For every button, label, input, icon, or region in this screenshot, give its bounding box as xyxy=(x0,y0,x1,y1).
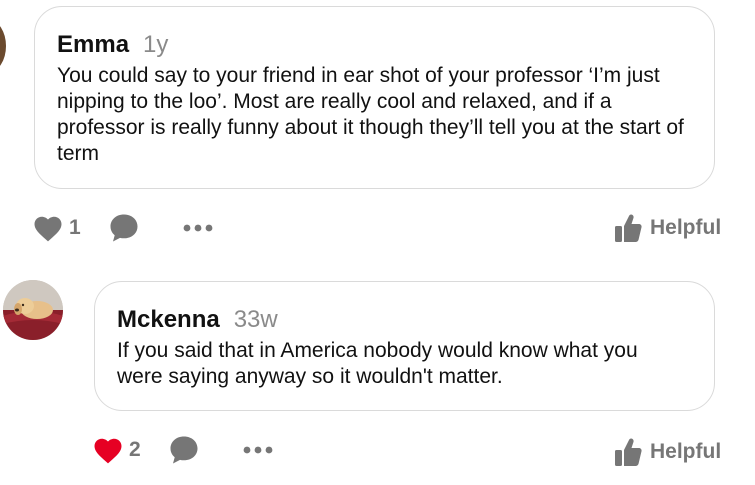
speech-bubble-icon[interactable] xyxy=(169,435,199,465)
heart-icon xyxy=(93,437,123,464)
speech-bubble-icon[interactable] xyxy=(109,213,139,243)
comment-actions: 2 xyxy=(93,430,273,470)
like-count: 1 xyxy=(69,216,81,239)
helpful-label: Helpful xyxy=(650,216,722,239)
avatar[interactable] xyxy=(3,280,63,340)
like-count: 2 xyxy=(129,438,141,461)
helpful-button[interactable]: Helpful xyxy=(614,432,721,472)
comment-header: Mckenna 33w xyxy=(117,306,688,336)
ellipsis-icon[interactable] xyxy=(183,223,213,233)
comment-author[interactable]: Mckenna xyxy=(117,306,220,334)
comment-author[interactable]: Emma xyxy=(57,31,129,59)
thumbs-up-icon xyxy=(614,213,642,243)
comments-thread: Emma 1y You could say to your friend in … xyxy=(0,0,755,485)
thumbs-up-icon xyxy=(614,437,642,467)
comment-bubble: Emma 1y You could say to your friend in … xyxy=(34,6,715,189)
comment-text: You could say to your friend in ear shot… xyxy=(57,64,684,165)
comment-header: Emma 1y xyxy=(57,31,684,61)
comment-actions: 1 xyxy=(33,208,213,248)
comment-age: 1y xyxy=(143,31,169,58)
ellipsis-icon[interactable] xyxy=(243,445,273,455)
comment-bubble: Mckenna 33w If you said that in America … xyxy=(94,281,715,411)
like-button[interactable]: 2 xyxy=(93,437,141,464)
comment-age: 33w xyxy=(233,306,278,333)
helpful-button[interactable]: Helpful xyxy=(614,208,721,248)
like-button[interactable]: 1 xyxy=(33,215,81,242)
heart-icon xyxy=(33,215,63,242)
comment-text: If you said that in America nobody would… xyxy=(117,339,638,388)
avatar[interactable] xyxy=(0,20,6,72)
helpful-label: Helpful xyxy=(650,440,722,463)
avatar-dog-image xyxy=(3,280,63,340)
